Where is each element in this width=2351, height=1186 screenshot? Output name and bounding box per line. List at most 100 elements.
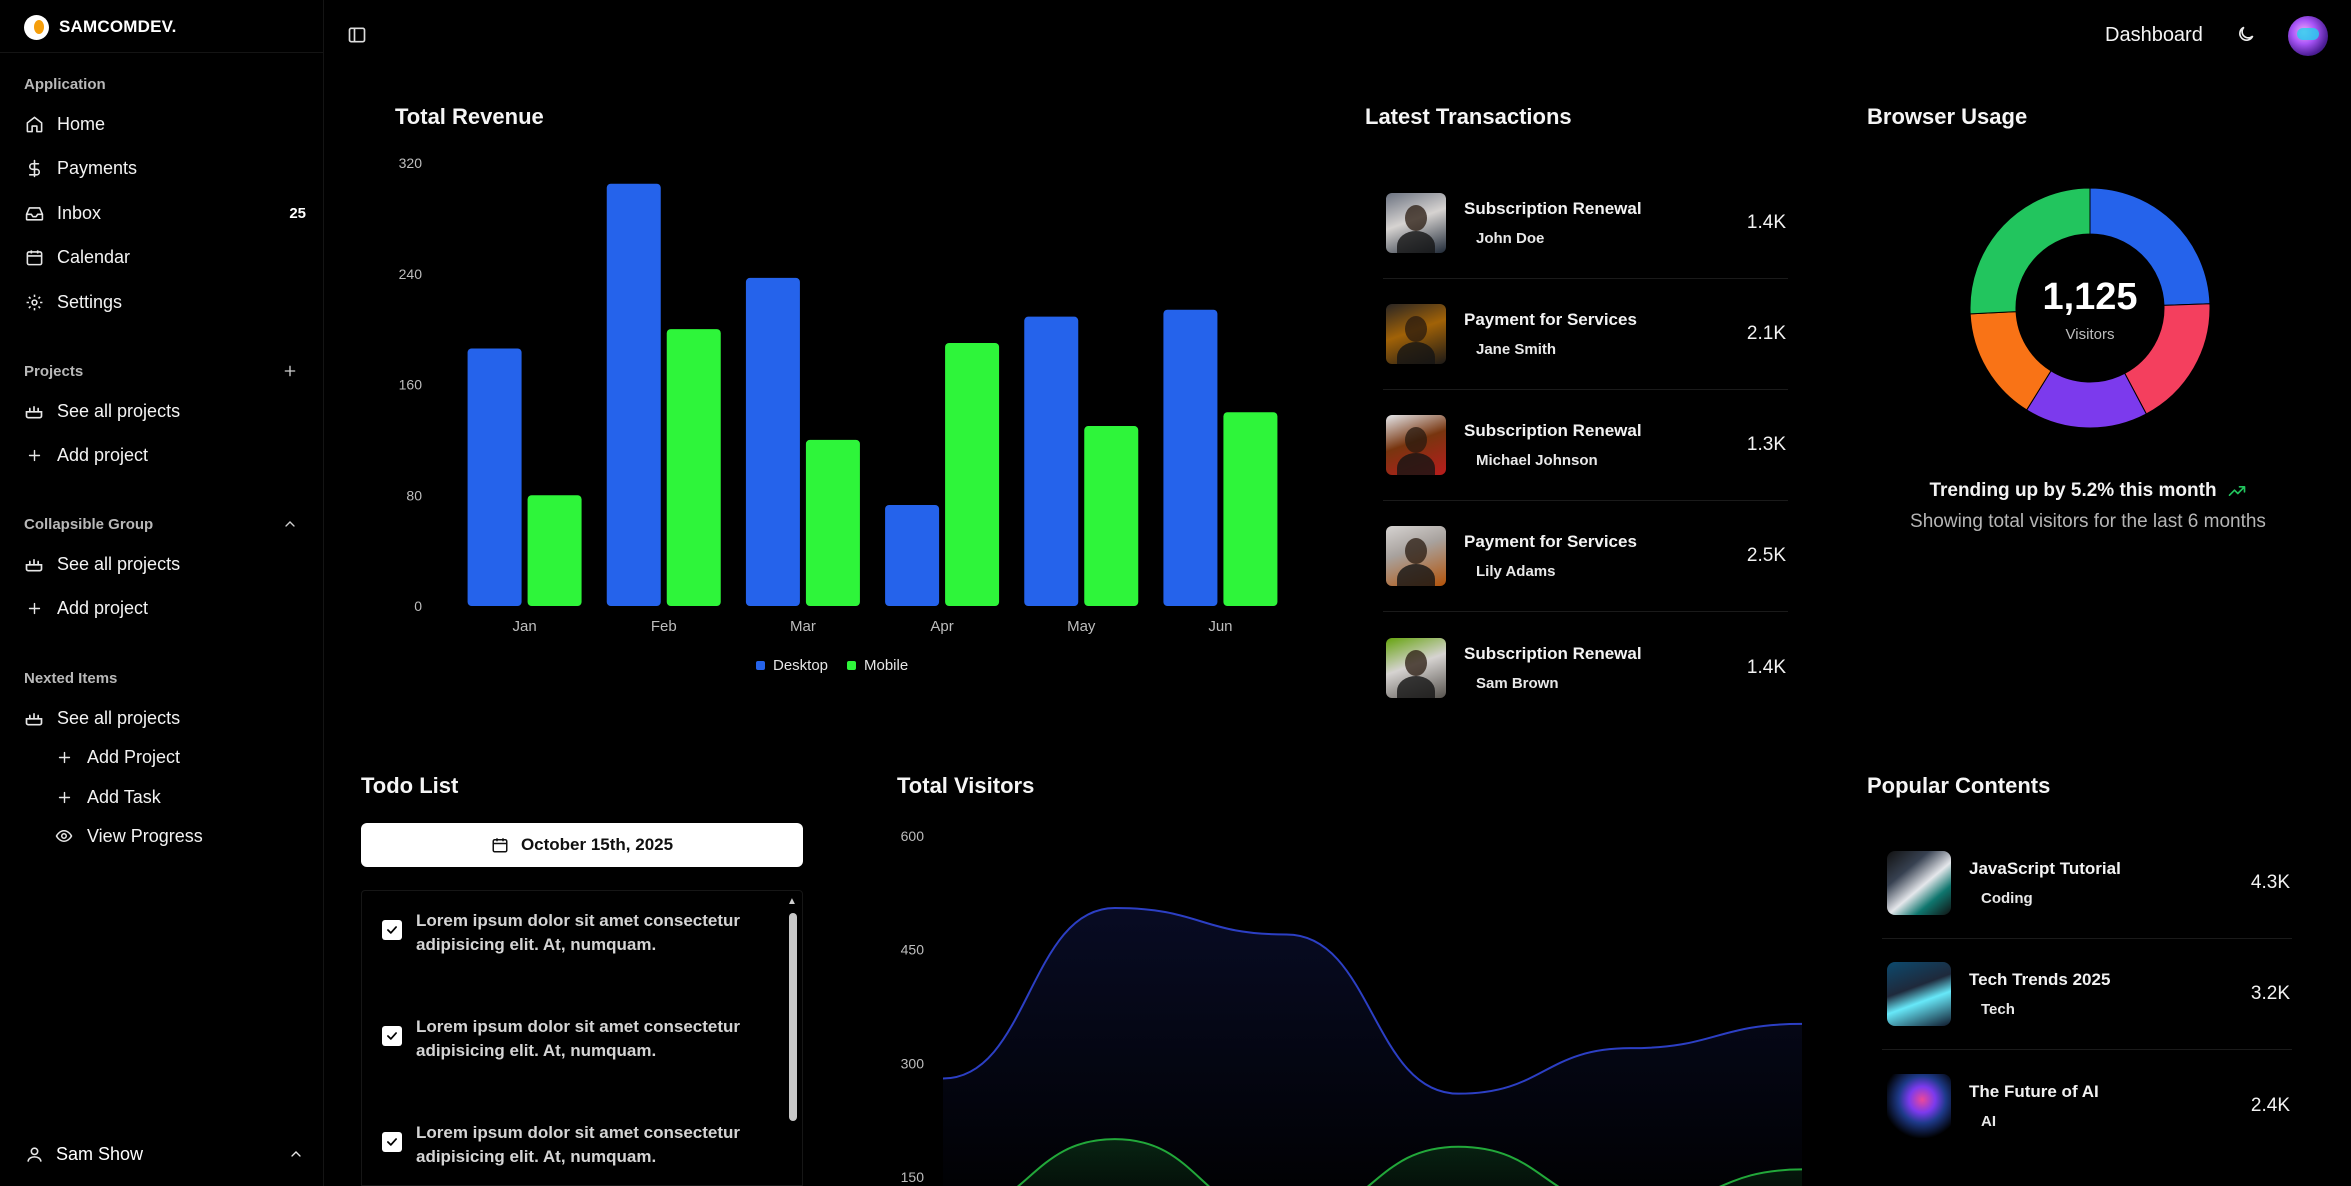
home-icon bbox=[24, 114, 44, 134]
transaction-name: Jane Smith bbox=[1476, 341, 1557, 358]
date-picker-button[interactable]: October 15th, 2025 bbox=[361, 823, 803, 867]
transaction-title: Payment for Services bbox=[1464, 532, 1637, 551]
sidebar-item-home[interactable]: Home bbox=[24, 106, 306, 142]
list-item[interactable]: Subscription Renewal Sam Brown 1.4K bbox=[1383, 612, 1788, 723]
plus-icon bbox=[24, 445, 44, 465]
selected-date: October 15th, 2025 bbox=[520, 835, 674, 854]
sidebar-item-collapsible-see-all[interactable]: See all projects bbox=[24, 546, 306, 582]
popular-contents-list: JavaScript Tutorial Coding 4.3K Tech Tre… bbox=[1882, 828, 2292, 1161]
user-menu-button[interactable]: Sam Show bbox=[24, 1136, 306, 1172]
group-label-nested: Nexted Items bbox=[24, 670, 118, 687]
todo-checkbox[interactable] bbox=[382, 1132, 402, 1152]
inbox-count-badge: 25 bbox=[289, 204, 306, 222]
list-item[interactable]: The Future of AI AI 2.4K bbox=[1882, 1050, 2292, 1161]
todo-text: Lorem ipsum dolor sit amet consectetur a… bbox=[416, 911, 741, 954]
list-item[interactable]: JavaScript Tutorial Coding 4.3K bbox=[1882, 828, 2292, 939]
page-title: Dashboard bbox=[2105, 24, 2203, 46]
content-tag: Coding bbox=[1981, 890, 2033, 907]
todo-scrollbar[interactable] bbox=[789, 913, 797, 1121]
sidebar-item-calendar[interactable]: Calendar bbox=[24, 239, 306, 275]
browser-usage-title: Browser Usage bbox=[1867, 104, 2028, 129]
list-item[interactable]: Payment for Services Lily Adams 2.5K bbox=[1383, 501, 1788, 612]
sidebar-item-label: View Progress bbox=[87, 825, 203, 846]
list-item[interactable]: Payment for Services Jane Smith 2.1K bbox=[1383, 279, 1788, 390]
trend-subtext: Showing total visitors for the last 6 mo… bbox=[1910, 511, 2266, 532]
list-item[interactable]: Subscription Renewal John Doe 1.4K bbox=[1383, 168, 1788, 279]
sidebar-item-nested-see-all[interactable]: See all projects bbox=[24, 700, 306, 736]
chevron-up-icon bbox=[285, 521, 295, 527]
sidebar-item-add-project[interactable]: Add project bbox=[24, 437, 306, 473]
group-label-application: Application bbox=[24, 76, 106, 93]
transaction-name: Michael Johnson bbox=[1476, 452, 1598, 469]
list-item[interactable]: Subscription Renewal Michael Johnson 1.3… bbox=[1383, 390, 1788, 501]
bar-desktop bbox=[467, 348, 522, 606]
sidebar-item-label: Add project bbox=[57, 444, 149, 465]
x-tick-label: Feb bbox=[651, 618, 677, 635]
sidebar-item-payments[interactable]: Payments bbox=[24, 150, 306, 186]
legend-label: Mobile bbox=[864, 657, 908, 674]
bar-mobile bbox=[527, 495, 582, 606]
sidebar-item-collapsible-add[interactable]: Add project bbox=[24, 590, 306, 626]
user-icon bbox=[24, 1144, 44, 1164]
bar-desktop bbox=[1024, 316, 1079, 606]
avatar bbox=[1386, 415, 1446, 475]
transaction-amount: 1.3K bbox=[1746, 434, 1786, 455]
sidebar-item-label: Inbox bbox=[57, 202, 102, 223]
sidebar-toggle-icon bbox=[348, 27, 366, 43]
group-label-projects: Projects bbox=[24, 363, 84, 380]
projects-icon bbox=[24, 401, 44, 421]
todo-checkbox[interactable] bbox=[382, 920, 402, 940]
collapse-group-toggle[interactable] bbox=[280, 514, 300, 534]
y-tick-label: 320 bbox=[399, 155, 423, 171]
visitors-area-chart: 150 300 450 600 bbox=[901, 828, 1802, 1186]
sidebar-item-label: Add Task bbox=[87, 786, 161, 807]
avatar bbox=[1386, 304, 1446, 364]
transactions-list: Subscription Renewal John Doe 1.4K Payme… bbox=[1383, 168, 1788, 723]
x-tick-label: Apr bbox=[930, 618, 953, 635]
transaction-name: Sam Brown bbox=[1476, 674, 1559, 692]
brand[interactable]: SAMCOMDEV. bbox=[24, 12, 177, 42]
transactions-title: Latest Transactions bbox=[1365, 104, 1572, 129]
sidebar-item-label: See all projects bbox=[57, 553, 181, 574]
plus-icon bbox=[54, 787, 74, 807]
trend-summary: Trending up by 5.2% this month bbox=[1868, 480, 2308, 502]
todo-checkbox[interactable] bbox=[382, 1026, 402, 1046]
sidebar-item-label: Add project bbox=[57, 597, 149, 618]
sidebar-item-label: See all projects bbox=[57, 707, 181, 728]
donut-total-label: Visitors bbox=[2065, 326, 2115, 343]
sidebar-toggle-button[interactable] bbox=[347, 25, 369, 47]
todo-text: Lorem ipsum dolor sit amet consectetur a… bbox=[416, 1017, 741, 1060]
sidebar-subitem-add-project[interactable]: Add Project bbox=[54, 739, 306, 775]
sidebar-item-label: Calendar bbox=[57, 246, 131, 267]
sidebar-item-inbox[interactable]: Inbox 25 bbox=[24, 195, 306, 231]
transaction-name: Lily Adams bbox=[1476, 563, 1556, 580]
sidebar-subitem-add-task[interactable]: Add Task bbox=[54, 779, 306, 815]
add-project-group-button[interactable] bbox=[280, 361, 300, 381]
content-thumbnail bbox=[1887, 962, 1951, 1026]
bar-mobile bbox=[805, 439, 860, 606]
check-icon bbox=[387, 1138, 397, 1146]
content-thumbnail bbox=[1887, 851, 1951, 915]
list-item[interactable]: Tech Trends 2025 Tech 3.2K bbox=[1882, 939, 2292, 1050]
plus-icon bbox=[54, 747, 74, 767]
sidebar-item-see-all-projects[interactable]: See all projects bbox=[24, 393, 306, 429]
scroll-up-arrow-icon[interactable]: ▲ bbox=[787, 897, 797, 907]
transaction-title: Subscription Renewal bbox=[1464, 199, 1642, 218]
avatar[interactable] bbox=[2288, 16, 2328, 56]
transaction-title: Subscription Renewal bbox=[1464, 421, 1642, 440]
avatar bbox=[1386, 193, 1446, 253]
calendar-icon bbox=[492, 838, 508, 853]
content-title: The Future of AI bbox=[1969, 1081, 2099, 1101]
sidebar-item-settings[interactable]: Settings bbox=[24, 284, 306, 320]
eye-icon bbox=[54, 826, 74, 846]
transaction-title: Payment for Services bbox=[1464, 310, 1637, 329]
sidebar-subitem-view-progress[interactable]: View Progress bbox=[54, 818, 306, 854]
transaction-amount: 2.1K bbox=[1746, 323, 1786, 344]
y-tick-label: 150 bbox=[901, 1169, 925, 1185]
todo-item: Lorem ipsum dolor sit amet consectetur a… bbox=[382, 909, 762, 957]
bar-mobile bbox=[1223, 412, 1278, 606]
x-tick-label: May bbox=[1067, 618, 1096, 635]
content-views: 3.2K bbox=[2250, 983, 2290, 1004]
theme-toggle-button[interactable] bbox=[2236, 24, 2260, 48]
transaction-title: Subscription Renewal bbox=[1464, 643, 1642, 663]
